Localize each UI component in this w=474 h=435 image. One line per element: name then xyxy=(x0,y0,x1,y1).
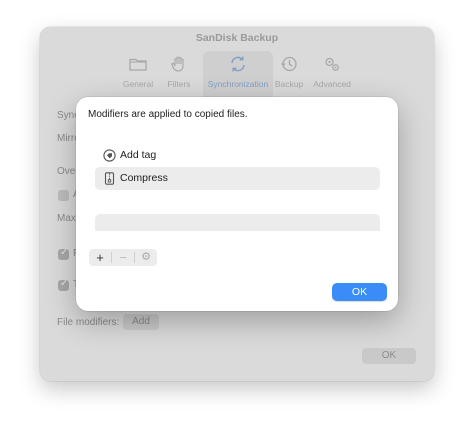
modifier-list: Add tag Compress xyxy=(95,144,380,190)
toolbar-label: General xyxy=(122,79,154,89)
zip-icon xyxy=(103,172,116,185)
toolbar-label: Synchronization xyxy=(207,79,269,89)
ok-button[interactable]: OK xyxy=(332,283,387,301)
gear-icon[interactable]: ⚙ xyxy=(135,249,157,266)
sheet-message: Modifiers are applied to copied files. xyxy=(88,109,248,120)
list-item[interactable]: Compress xyxy=(95,167,380,190)
tag-icon xyxy=(103,149,116,162)
modifiers-sheet: Modifiers are applied to copied files. A… xyxy=(76,97,398,311)
option-checkbox[interactable] xyxy=(58,190,69,201)
gears-icon xyxy=(306,51,358,79)
modifier-parameters-area xyxy=(95,214,380,231)
window-ok-button[interactable]: OK xyxy=(362,348,416,364)
toolbar-label: Advanced xyxy=(313,79,351,89)
toolbar-label: Backup xyxy=(274,79,304,89)
list-item[interactable]: Add tag xyxy=(95,144,380,167)
add-button[interactable]: + xyxy=(89,249,111,266)
option-checkbox[interactable] xyxy=(58,278,69,291)
max-label: Max xyxy=(57,213,76,224)
modifier-label: Add tag xyxy=(120,149,157,161)
add-modifier-button[interactable]: Add xyxy=(123,314,159,330)
modifier-label: Compress xyxy=(120,172,168,184)
option-checkbox[interactable] xyxy=(58,247,69,260)
list-edit-controls: + − ⚙ xyxy=(89,249,157,266)
file-modifiers-label: File modifiers: xyxy=(57,317,120,328)
hand-icon xyxy=(153,51,205,79)
toolbar-label: Filters xyxy=(167,79,191,89)
remove-button[interactable]: − xyxy=(112,249,134,266)
window-title: SanDisk Backup xyxy=(195,32,279,44)
